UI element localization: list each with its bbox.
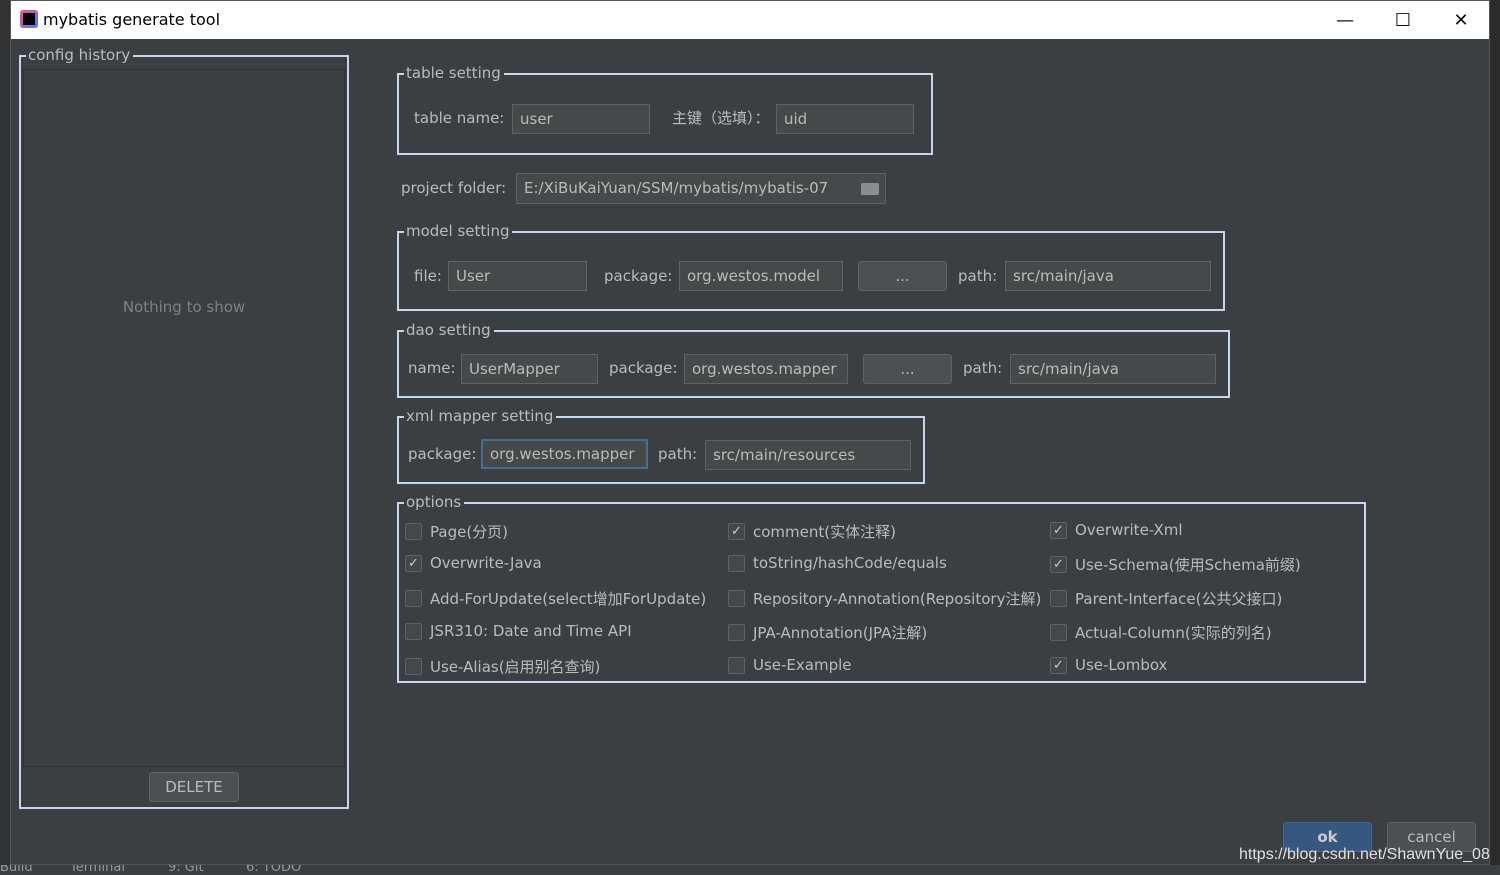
title-bar[interactable]: mybatis generate tool — ☐ ✕ — [11, 1, 1489, 39]
model-browse-button[interactable]: ... — [858, 261, 947, 291]
checkbox-checked-icon[interactable]: ✓ — [1050, 521, 1067, 539]
config-history-group: config history Nothing to show DELETE — [19, 46, 349, 809]
option-checkbox[interactable]: Use-Example — [728, 656, 852, 674]
xml-package-input[interactable]: org.westos.mapper — [481, 439, 648, 469]
table-name-label: table name: — [414, 109, 505, 127]
empty-placeholder: Nothing to show — [122, 298, 246, 316]
option-checkbox[interactable]: Parent-Interface(公共父接口) — [1050, 588, 1282, 609]
checkbox-checked-icon[interactable]: ✓ — [405, 554, 422, 572]
model-package-label: package: — [604, 267, 673, 285]
checkbox-unchecked-icon[interactable] — [405, 658, 422, 675]
model-path-input[interactable]: src/main/java — [1005, 261, 1211, 291]
option-label: JPA-Annotation(JPA注解) — [753, 624, 928, 642]
model-package-input[interactable]: org.westos.model — [679, 261, 843, 291]
ide-tool-window-bar: Build Terminal 9: Git 6: TODO — [0, 865, 1500, 875]
option-label: Use-Lombox — [1075, 656, 1168, 674]
option-label: Page(分页) — [430, 523, 509, 541]
maximize-button[interactable]: ☐ — [1374, 1, 1432, 39]
option-label: comment(实体注释) — [753, 523, 896, 541]
option-label: toString/hashCode/equals — [753, 554, 947, 572]
window-title: mybatis generate tool — [43, 10, 221, 29]
options-legend: options — [404, 493, 465, 511]
option-checkbox[interactable]: ✓ Overwrite-Java — [405, 554, 542, 572]
model-file-input[interactable]: User — [448, 261, 587, 291]
checkbox-unchecked-icon[interactable] — [405, 590, 422, 607]
folder-icon[interactable] — [861, 183, 879, 195]
project-folder-value: E:/XiBuKaiYuan/SSM/mybatis/mybatis-07 — [524, 179, 829, 197]
checkbox-unchecked-icon[interactable] — [1050, 590, 1067, 607]
project-folder-label: project folder: — [401, 179, 507, 197]
ide-tab-git[interactable]: 9: Git — [168, 865, 204, 875]
option-label: Overwrite-Java — [430, 554, 542, 572]
checkbox-checked-icon[interactable]: ✓ — [1050, 556, 1067, 573]
table-name-input[interactable]: user — [512, 104, 650, 134]
option-checkbox[interactable]: ✓ Use-Schema(使用Schema前缀) — [1050, 554, 1301, 575]
option-label: Repository-Annotation(Repository注解) — [753, 590, 1042, 608]
option-checkbox[interactable]: Page(分页) — [405, 521, 508, 542]
checkbox-unchecked-icon[interactable] — [728, 624, 745, 641]
model-path-label: path: — [958, 267, 998, 285]
option-checkbox[interactable]: Use-Alias(启用别名查询) — [405, 656, 600, 677]
option-label: Actual-Column(实际的列名) — [1075, 624, 1272, 642]
dao-path-input[interactable]: src/main/java — [1010, 354, 1216, 384]
option-checkbox[interactable]: JPA-Annotation(JPA注解) — [728, 622, 927, 643]
delete-button[interactable]: DELETE — [149, 772, 239, 802]
option-checkbox[interactable]: ✓ comment(实体注释) — [728, 521, 896, 542]
checkbox-unchecked-icon[interactable] — [728, 656, 745, 674]
minimize-button[interactable]: — — [1316, 1, 1374, 39]
option-checkbox[interactable]: ✓ Overwrite-Xml — [1050, 521, 1183, 539]
option-label: Parent-Interface(公共父接口) — [1075, 590, 1283, 608]
dao-name-label: name: — [408, 359, 456, 377]
option-checkbox[interactable]: Actual-Column(实际的列名) — [1050, 622, 1272, 643]
option-checkbox[interactable]: Add-ForUpdate(select增加ForUpdate) — [405, 588, 706, 609]
checkbox-unchecked-icon[interactable] — [405, 622, 422, 640]
intellij-app-icon — [20, 10, 38, 28]
option-label: Use-Alias(启用别名查询) — [430, 658, 601, 676]
checkbox-unchecked-icon[interactable] — [728, 554, 745, 572]
dao-package-label: package: — [609, 359, 678, 377]
model-file-label: file: — [414, 267, 442, 285]
option-checkbox[interactable]: ✓ Use-Lombox — [1050, 656, 1167, 674]
close-button[interactable]: ✕ — [1432, 1, 1490, 39]
dao-package-input[interactable]: org.westos.mapper — [684, 354, 848, 384]
ide-background-sidebar — [0, 0, 10, 875]
config-history-legend: config history — [26, 46, 134, 64]
table-setting-legend: table setting — [404, 64, 504, 82]
model-setting-legend: model setting — [404, 222, 513, 240]
option-label: Add-ForUpdate(select增加ForUpdate) — [430, 590, 707, 608]
dialog-window: mybatis generate tool — ☐ ✕ config histo… — [10, 0, 1490, 865]
xml-path-input[interactable]: src/main/resources — [705, 440, 911, 470]
xml-package-label: package: — [408, 445, 477, 463]
xml-mapper-setting-legend: xml mapper setting — [404, 407, 557, 425]
option-label: Use-Schema(使用Schema前缀) — [1075, 556, 1301, 574]
ide-tab-build[interactable]: Build — [0, 865, 33, 875]
project-folder-input[interactable]: E:/XiBuKaiYuan/SSM/mybatis/mybatis-07 — [516, 173, 886, 204]
ide-tab-terminal[interactable]: Terminal — [70, 865, 125, 875]
dao-name-input[interactable]: UserMapper — [461, 354, 598, 384]
dao-browse-button[interactable]: ... — [863, 354, 952, 384]
checkbox-checked-icon[interactable]: ✓ — [1050, 656, 1067, 674]
ide-tab-todo[interactable]: 6: TODO — [246, 865, 301, 875]
primary-key-label: 主键（选填）： — [672, 109, 770, 127]
option-label: Overwrite-Xml — [1075, 521, 1183, 539]
xml-path-label: path: — [658, 445, 698, 463]
option-checkbox[interactable]: JSR310: Date and Time API — [405, 622, 632, 640]
option-checkbox[interactable]: Repository-Annotation(Repository注解) — [728, 588, 1041, 609]
primary-key-input[interactable]: uid — [776, 104, 914, 134]
option-label: Use-Example — [753, 656, 852, 674]
dao-path-label: path: — [963, 359, 1003, 377]
option-checkbox[interactable]: toString/hashCode/equals — [728, 554, 947, 572]
watermark: https://blog.csdn.net/ShawnYue_08 — [1239, 846, 1490, 863]
option-label: JSR310: Date and Time API — [430, 622, 632, 640]
history-list[interactable]: Nothing to show — [23, 69, 345, 767]
checkbox-unchecked-icon[interactable] — [1050, 624, 1067, 641]
checkbox-checked-icon[interactable]: ✓ — [728, 523, 745, 540]
checkbox-unchecked-icon[interactable] — [405, 523, 422, 540]
dao-setting-legend: dao setting — [404, 321, 494, 339]
checkbox-unchecked-icon[interactable] — [728, 590, 745, 607]
